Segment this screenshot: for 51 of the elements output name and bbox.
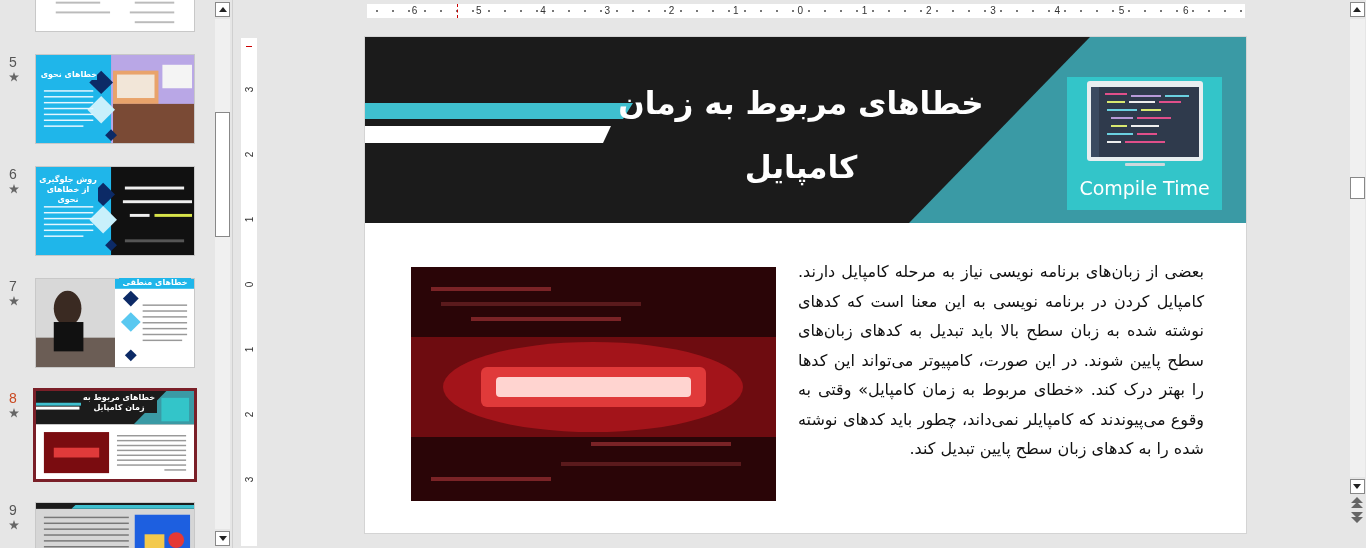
- ruler-number: 3: [603, 4, 612, 18]
- down-arrow-icon: [1353, 484, 1361, 489]
- ruler-number: 5: [475, 4, 483, 18]
- ruler-number: 2: [242, 410, 256, 420]
- scroll-down-button[interactable]: [1349, 479, 1365, 494]
- up-arrow-icon: [218, 7, 227, 12]
- ruler-number: 3: [989, 4, 997, 18]
- badge-label: Compile Time: [1079, 177, 1210, 199]
- ruler-number: 3: [242, 475, 256, 485]
- scroll-thumb[interactable]: [215, 112, 230, 237]
- ruler-number: 1: [860, 4, 869, 18]
- body-paragraph: بعضی از زبان‌های برنامه نویسی نیاز به مرحله کامپایل دارند. کامپایل کردن در برنامه نویسی به این معنا است که کدهای نوشته شده به زبان سطح بالا باید تبدیل به کدهای زبان‌های سطح پایین شوند. در این صورت، کامپیوتر می‌تواند این کدها را بهتر درک کند. «خطای مربوط به زمان کامپایل» وقتی به وقوع می‌پیوندند که کامپایلر نمی‌داند، چطور باید کدهای نوشته شده را به کدهای زبان سطح پایین تبدیل کند.: [798, 261, 1204, 461]
- ruler-number: 2: [242, 150, 256, 160]
- scroll-up-button[interactable]: [215, 2, 230, 17]
- slide-title: خطاهای مربوط به زمان کامپایل: [617, 84, 985, 188]
- ruler-number: 1: [242, 345, 256, 355]
- ruler-number: 1: [732, 4, 740, 18]
- next-slide-icon[interactable]: [1351, 512, 1363, 524]
- slide-number: 5: [9, 54, 17, 70]
- ruler-number: 3: [242, 85, 256, 95]
- previous-slide-icon[interactable]: [1351, 497, 1363, 509]
- ruler-number: 0: [796, 4, 804, 18]
- slide-number: 9: [9, 502, 17, 518]
- thumbnail-title: خطاهای نحوی: [41, 70, 97, 80]
- code-monitor-icon: [1084, 79, 1205, 167]
- star-icon: [9, 184, 19, 194]
- scroll-down-button[interactable]: [215, 531, 230, 546]
- ruler-number: 2: [667, 4, 676, 18]
- ruler-number: 6: [410, 4, 419, 18]
- ruler-number: 5: [1117, 4, 1126, 18]
- thumbnail-title: روش جلوگیری از خطاهای نحوی: [38, 175, 98, 205]
- ruler-number: 6: [1182, 4, 1190, 18]
- ruler-number: 1: [242, 215, 256, 225]
- ruler-number: 2: [924, 4, 933, 18]
- ruler-number: 4: [539, 4, 547, 18]
- star-icon: [9, 296, 19, 306]
- thumbnail-title: خطاهای منطقی: [119, 278, 191, 288]
- down-arrow-icon: [218, 536, 227, 541]
- slide-number: 6: [9, 166, 17, 182]
- scroll-up-button[interactable]: [1349, 2, 1365, 17]
- slide-thumbnail[interactable]: [33, 388, 197, 482]
- up-arrow-icon: [1353, 7, 1361, 12]
- thumbnail-title: خطاهای مربوط به زمان کامپایل: [81, 393, 157, 413]
- star-icon: [9, 408, 19, 418]
- slide-number: 8: [9, 390, 17, 406]
- star-icon: [9, 520, 19, 530]
- ruler-number: 0: [242, 280, 256, 290]
- star-icon: [9, 72, 19, 82]
- slide-number: 7: [9, 278, 17, 294]
- ruler-number: 4: [1053, 4, 1062, 18]
- scroll-thumb[interactable]: [1349, 177, 1365, 199]
